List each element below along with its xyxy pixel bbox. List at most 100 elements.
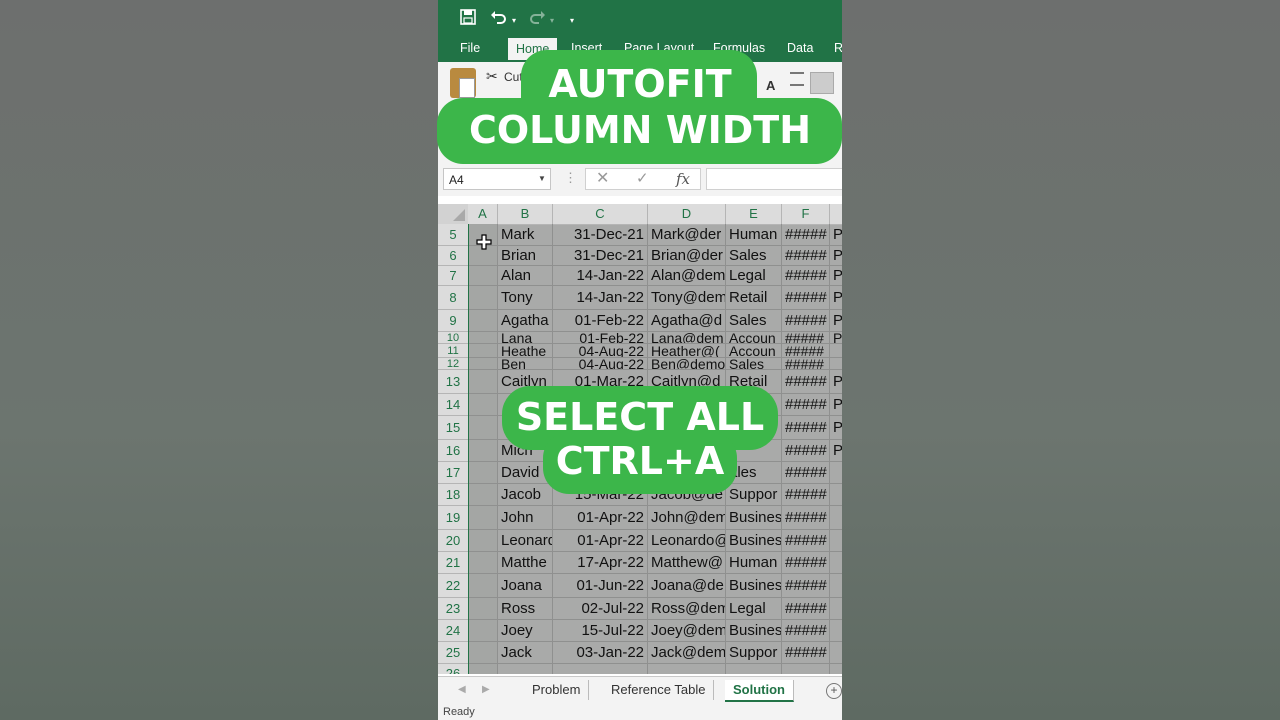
cell-f[interactable]: #####: [782, 506, 830, 529]
cell-f[interactable]: [782, 664, 830, 674]
cell-g[interactable]: [830, 530, 842, 551]
cell-b[interactable]: Mark: [498, 224, 553, 245]
cell-d[interactable]: Heather@(: [648, 344, 726, 357]
row-header[interactable]: 10: [438, 332, 468, 344]
name-box[interactable]: A4: [443, 168, 551, 190]
cell-a[interactable]: [468, 620, 498, 641]
cell-a[interactable]: [468, 370, 498, 393]
cell-f[interactable]: #####: [782, 358, 830, 369]
column-header-c[interactable]: C: [553, 204, 648, 224]
cell-a[interactable]: [468, 484, 498, 505]
cell-e[interactable]: Human: [726, 552, 782, 573]
cell-a[interactable]: [468, 310, 498, 331]
tab-data[interactable]: Data: [787, 40, 813, 62]
cell-a[interactable]: [468, 552, 498, 573]
cell-a[interactable]: [468, 598, 498, 619]
cell-e[interactable]: Busines: [726, 530, 782, 551]
cell-b[interactable]: Jacob: [498, 484, 553, 505]
cell-b[interactable]: Heathe: [498, 344, 553, 357]
column-header-f[interactable]: F: [782, 204, 830, 224]
cell-g[interactable]: Pe: [830, 266, 842, 285]
row-header[interactable]: 9: [438, 310, 468, 332]
save-icon[interactable]: [460, 8, 476, 26]
cell-c[interactable]: 02-Jul-22: [553, 598, 648, 619]
cell-a[interactable]: [468, 530, 498, 551]
cell-c[interactable]: [553, 664, 648, 674]
cell-d[interactable]: Leonardo@: [648, 530, 726, 551]
cell-d[interactable]: Jack@dem: [648, 642, 726, 663]
cell-g[interactable]: [830, 358, 842, 369]
cell-g[interactable]: [830, 344, 842, 357]
cell-c[interactable]: 31-Dec-21: [553, 224, 648, 245]
cell-a[interactable]: [468, 286, 498, 309]
row-header[interactable]: 25: [438, 642, 468, 664]
cell-d[interactable]: Joana@de: [648, 574, 726, 597]
cell-b[interactable]: Alan: [498, 266, 553, 285]
cell-f[interactable]: #####: [782, 286, 830, 309]
cell-e[interactable]: Suppor: [726, 642, 782, 663]
cell-b[interactable]: Joana: [498, 574, 553, 597]
row-header[interactable]: 23: [438, 598, 468, 620]
redo-dropdown-icon[interactable]: ▾: [550, 12, 554, 30]
cell-d[interactable]: Tony@dem: [648, 286, 726, 309]
row-header[interactable]: 21: [438, 552, 468, 574]
column-header-g[interactable]: [830, 204, 842, 224]
cell-e[interactable]: Busines: [726, 574, 782, 597]
cell-g[interactable]: [830, 574, 842, 597]
sheet-tab-reference-table[interactable]: Reference Table: [603, 680, 715, 700]
cell-f[interactable]: #####: [782, 310, 830, 331]
column-header-d[interactable]: D: [648, 204, 726, 224]
cell-f[interactable]: #####: [782, 530, 830, 551]
cell-f[interactable]: #####: [782, 332, 830, 343]
row-header[interactable]: 20: [438, 530, 468, 552]
cell-d[interactable]: John@dem: [648, 506, 726, 529]
column-header-e[interactable]: E: [726, 204, 782, 224]
column-header-a[interactable]: A: [468, 204, 498, 224]
cell-e[interactable]: Legal: [726, 598, 782, 619]
name-box-dropdown-icon[interactable]: ▼: [538, 168, 546, 190]
cell-b[interactable]: Matthe: [498, 552, 553, 573]
cell-e[interactable]: Sales: [726, 358, 782, 369]
next-sheet-icon[interactable]: ▶: [482, 684, 490, 695]
cell-d[interactable]: Matthew@: [648, 552, 726, 573]
cell-d[interactable]: Joey@dem: [648, 620, 726, 641]
cell-d[interactable]: Mark@der: [648, 224, 726, 245]
redo-icon[interactable]: [528, 8, 546, 26]
cell-e[interactable]: Busines: [726, 506, 782, 529]
row-header[interactable]: 12: [438, 358, 468, 370]
formula-input[interactable]: [706, 168, 842, 190]
cancel-icon[interactable]: ✕: [596, 168, 609, 190]
cell-e[interactable]: Accoun: [726, 344, 782, 357]
sheet-tab-solution[interactable]: Solution: [725, 680, 794, 702]
cell-d[interactable]: Brian@der: [648, 246, 726, 265]
cell-e[interactable]: Human: [726, 224, 782, 245]
select-all-button[interactable]: [438, 204, 468, 224]
cell-c[interactable]: 14-Jan-22: [553, 286, 648, 309]
cell-a[interactable]: [468, 332, 498, 343]
cell-b[interactable]: John: [498, 506, 553, 529]
cell-b[interactable]: Agatha: [498, 310, 553, 331]
row-header[interactable]: 8: [438, 286, 468, 310]
row-header[interactable]: 19: [438, 506, 468, 530]
row-header[interactable]: 22: [438, 574, 468, 598]
tab-file[interactable]: File: [460, 40, 480, 62]
cell-b[interactable]: Lana: [498, 332, 553, 343]
cell-f[interactable]: #####: [782, 484, 830, 505]
cell-d[interactable]: Ross@dem: [648, 598, 726, 619]
cell-g[interactable]: Pe: [830, 224, 842, 245]
row-header[interactable]: 6: [438, 246, 468, 266]
cell-c[interactable]: 01-Feb-22: [553, 332, 648, 343]
cell-d[interactable]: Lana@dem: [648, 332, 726, 343]
cell-g[interactable]: Pe: [830, 370, 842, 393]
cell-f[interactable]: #####: [782, 344, 830, 357]
cell-d[interactable]: [648, 664, 726, 674]
cell-c[interactable]: 01-Jun-22: [553, 574, 648, 597]
undo-dropdown-icon[interactable]: ▾: [512, 12, 516, 30]
cell-d[interactable]: Ben@demo: [648, 358, 726, 369]
cell-b[interactable]: Brian: [498, 246, 553, 265]
cell-e[interactable]: Sales: [726, 310, 782, 331]
cell-b[interactable]: [498, 664, 553, 674]
sheet-tab-problem[interactable]: Problem: [524, 680, 590, 700]
cell-a[interactable]: [468, 358, 498, 369]
cell-d[interactable]: Alan@dem: [648, 266, 726, 285]
